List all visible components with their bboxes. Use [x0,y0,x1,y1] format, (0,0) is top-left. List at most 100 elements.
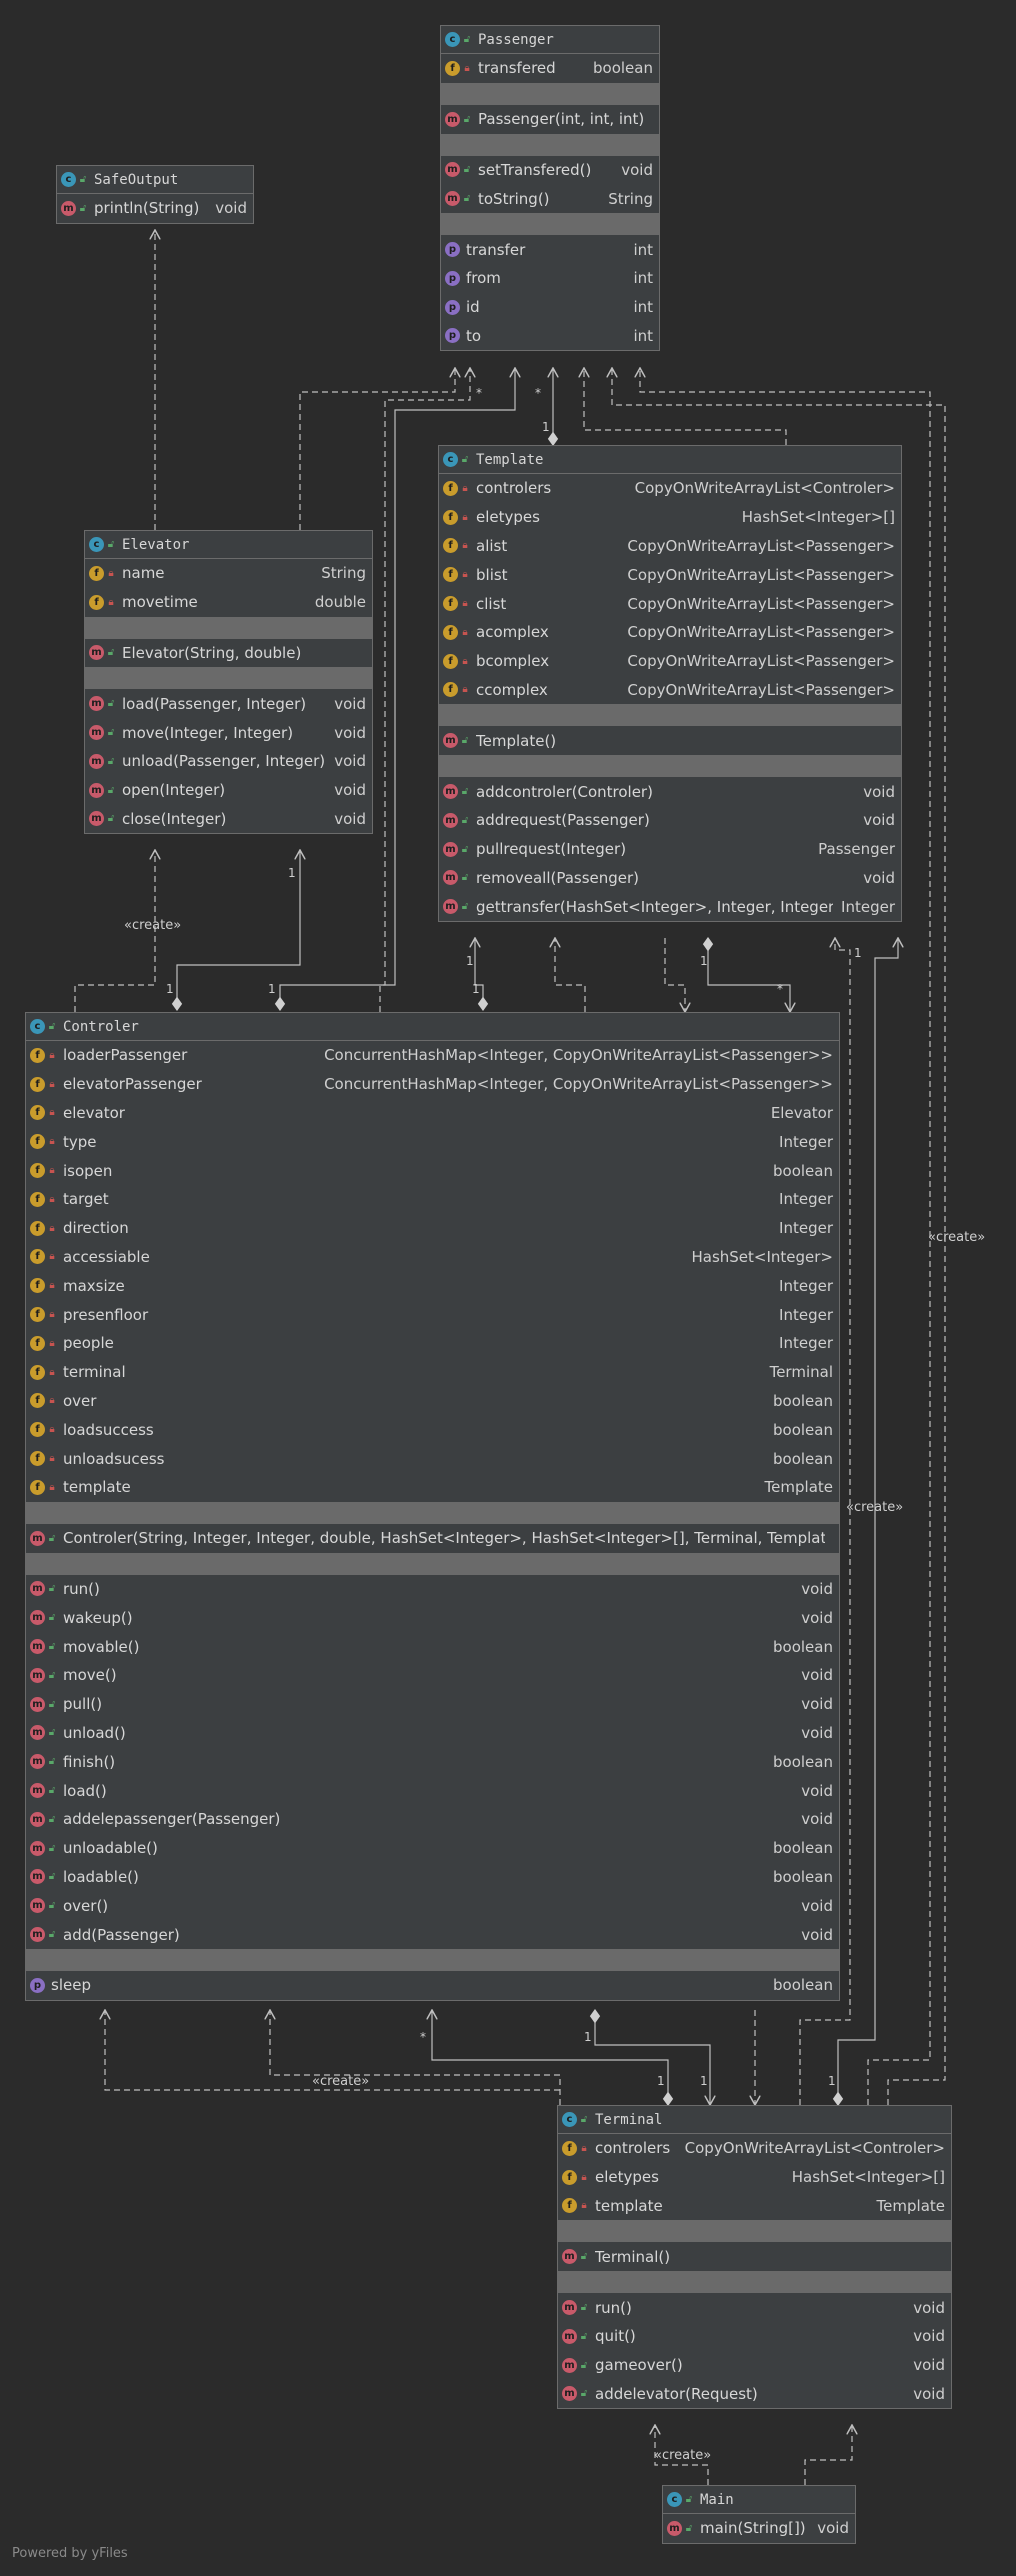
field-row[interactable]: f 🔒︎ people Integer [26,1329,839,1358]
method-row[interactable]: m 🔓︎ main(String[]) void [663,2514,855,2543]
method-row[interactable]: m 🔓︎ wakeup() void [26,1603,839,1632]
member-type: Template [764,1478,833,1497]
field-row[interactable]: f 🔒︎ accessiable HashSet<Integer> [26,1243,839,1272]
method-row[interactable]: m 🔓︎ move(Integer, Integer) void [85,718,372,747]
property-row[interactable]: p transfer int [441,235,659,264]
field-row[interactable]: f 🔒︎ alist CopyOnWriteArrayList<Passenger> [439,532,901,561]
field-icon: f [562,2140,577,2156]
field-row[interactable]: f 🔒︎ elevatorPassenger ConcurrentHashMap<In… [26,1070,839,1099]
field-row[interactable]: f 🔒︎ controlers CopyOnWriteArrayList<Contro… [439,474,901,503]
class-safeoutput[interactable]: c 🔓︎ SafeOutput m 🔓︎ println(String) void [56,165,254,224]
method-row[interactable]: m 🔓︎ Terminal() [558,2242,951,2271]
method-row[interactable]: m 🔓︎ run() void [558,2293,951,2322]
member-name: Template() [476,731,557,750]
method-row[interactable]: m 🔓︎ gettransfer(HashSet<Integer>, Integer… [439,892,901,921]
member-name: name [122,564,165,583]
method-row[interactable]: m 🔓︎ pull() void [26,1690,839,1719]
method-row[interactable]: m 🔓︎ open(Integer) void [85,776,372,805]
member-type: Integer [841,897,895,916]
field-row[interactable]: f 🔒︎ over boolean [26,1387,839,1416]
method-row[interactable]: m 🔓︎ addelepassenger(Passenger) void [26,1805,839,1834]
field-row[interactable]: f 🔒︎ target Integer [26,1185,839,1214]
class-terminal[interactable]: c 🔓︎ Terminal f 🔒︎ controlers CopyOnWriteArr… [557,2105,952,2410]
field-row[interactable]: f 🔒︎ template Template [26,1473,839,1502]
method-row[interactable]: m 🔓︎ unloadable() boolean [26,1834,839,1863]
method-row[interactable]: m 🔓︎ quit() void [558,2322,951,2351]
method-row[interactable]: m 🔓︎ Template() [439,726,901,755]
class-elevator[interactable]: c 🔓︎ Elevator f 🔒︎ name String f 🔒︎ movetime dou… [84,530,373,835]
member-name: Elevator(String, double) [122,643,302,662]
class-controler[interactable]: c 🔓︎ Controler f 🔒︎ loaderPassenger Concurre… [25,1012,840,2001]
method-row[interactable]: m 🔓︎ removeall(Passenger) void [439,864,901,893]
property-row[interactable]: p id int [441,293,659,322]
field-row[interactable]: f 🔒︎ movetime double [85,588,372,617]
member-type: Template [876,2196,945,2215]
field-row[interactable]: f 🔒︎ blist CopyOnWriteArrayList<Passenger> [439,560,901,589]
method-row[interactable]: m 🔓︎ Controler(String, Integer, Integer, d… [26,1524,839,1553]
method-row[interactable]: m 🔓︎ finish() boolean [26,1747,839,1776]
mult-controler-1c: 1 [472,982,480,996]
field-row[interactable]: f 🔒︎ unloadsucess boolean [26,1444,839,1473]
footer-powered-by: Powered by yFiles [12,2546,128,2561]
class-header: c 🔓︎ Passenger [441,26,659,54]
method-row[interactable]: m 🔓︎ Elevator(String, double) [85,639,372,668]
field-row[interactable]: f 🔒︎ bcomplex CopyOnWriteArrayList<Passenge… [439,647,901,676]
field-row[interactable]: f 🔒︎ loaderPassenger ConcurrentHashMap<Inte… [26,1041,839,1070]
field-row[interactable]: f 🔒︎ eletypes HashSet<Integer>[] [558,2163,951,2192]
field-row[interactable]: f 🔒︎ transfered boolean [441,54,659,83]
class-template[interactable]: c 🔓︎ Template f 🔒︎ controlers CopyOnWriteArr… [438,445,902,923]
field-row[interactable]: f 🔒︎ elevator Elevator [26,1099,839,1128]
field-row[interactable]: f 🔒︎ eletypes HashSet<Integer>[] [439,503,901,532]
field-row[interactable]: f 🔒︎ maxsize Integer [26,1271,839,1300]
private-lock-icon: 🔒︎ [49,1280,55,1292]
method-row[interactable]: m 🔓︎ setTransfered() void [441,156,659,185]
field-row[interactable]: f 🔒︎ terminal Terminal [26,1358,839,1387]
field-row[interactable]: f 🔒︎ ccomplex CopyOnWriteArrayList<Passenge… [439,676,901,705]
field-row[interactable]: f 🔒︎ presenfloor Integer [26,1300,839,1329]
field-row[interactable]: f 🔒︎ clist CopyOnWriteArrayList<Passenger> [439,589,901,618]
field-row[interactable]: f 🔒︎ loadsuccess boolean [26,1415,839,1444]
section-separator [441,82,659,105]
property-row[interactable]: p from int [441,264,659,293]
edge-template-controler-agg [708,938,790,1012]
method-icon: m [30,1530,45,1546]
member-type: void [801,1723,833,1742]
method-row[interactable]: m 🔓︎ move() void [26,1661,839,1690]
field-row[interactable]: f 🔒︎ direction Integer [26,1214,839,1243]
property-row[interactable]: p to int [441,322,659,351]
method-icon: m [562,2249,577,2265]
property-row[interactable]: p sleep boolean [26,1971,839,2000]
member-type: boolean [773,1637,833,1656]
field-row[interactable]: f 🔒︎ acomplex CopyOnWriteArrayList<Passenge… [439,618,901,647]
method-row[interactable]: m 🔓︎ add(Passenger) void [26,1920,839,1949]
class-main[interactable]: c 🔓︎ Main m 🔓︎ main(String[]) void [662,2485,856,2544]
class-passenger[interactable]: c 🔓︎ Passenger f 🔒︎ transfered boolean m 🔓︎ Pa… [440,25,660,352]
field-row[interactable]: f 🔒︎ isopen boolean [26,1156,839,1185]
field-row[interactable]: f 🔒︎ controlers CopyOnWriteArrayList<Contro… [558,2134,951,2163]
member-name: presenfloor [63,1305,149,1324]
method-row[interactable]: m 🔓︎ pullrequest(Integer) Passenger [439,835,901,864]
method-row[interactable]: m 🔓︎ println(String) void [57,194,253,223]
class-name: SafeOutput [94,171,179,188]
method-icon: m [562,2300,577,2316]
method-row[interactable]: m 🔓︎ addelevator(Request) void [558,2380,951,2409]
method-row[interactable]: m 🔓︎ unload() void [26,1719,839,1748]
method-row[interactable]: m 🔓︎ close(Integer) void [85,805,372,834]
method-row[interactable]: m 🔓︎ load() void [26,1776,839,1805]
method-row[interactable]: m 🔓︎ loadable() boolean [26,1863,839,1892]
member-type: ConcurrentHashMap<Integer, CopyOnWriteAr… [324,1046,833,1065]
method-row[interactable]: m 🔓︎ over() void [26,1891,839,1920]
field-row[interactable]: f 🔒︎ template Template [558,2192,951,2221]
method-row[interactable]: m 🔓︎ movable() boolean [26,1632,839,1661]
method-row[interactable]: m 🔓︎ toString() String [441,184,659,213]
method-row[interactable]: m 🔓︎ load(Passenger, Integer) void [85,689,372,718]
field-row[interactable]: f 🔒︎ type Integer [26,1127,839,1156]
method-row[interactable]: m 🔓︎ run() void [26,1575,839,1604]
method-row[interactable]: m 🔓︎ addrequest(Passenger) void [439,806,901,835]
member-type: void [863,868,895,887]
field-row[interactable]: f 🔒︎ name String [85,559,372,588]
method-row[interactable]: m 🔓︎ addcontroler(Controler) void [439,777,901,806]
method-row[interactable]: m 🔓︎ gameover() void [558,2351,951,2380]
method-row[interactable]: m 🔓︎ unload(Passenger, Integer) void [85,747,372,776]
method-row[interactable]: m 🔓︎ Passenger(int, int, int) [441,105,659,134]
